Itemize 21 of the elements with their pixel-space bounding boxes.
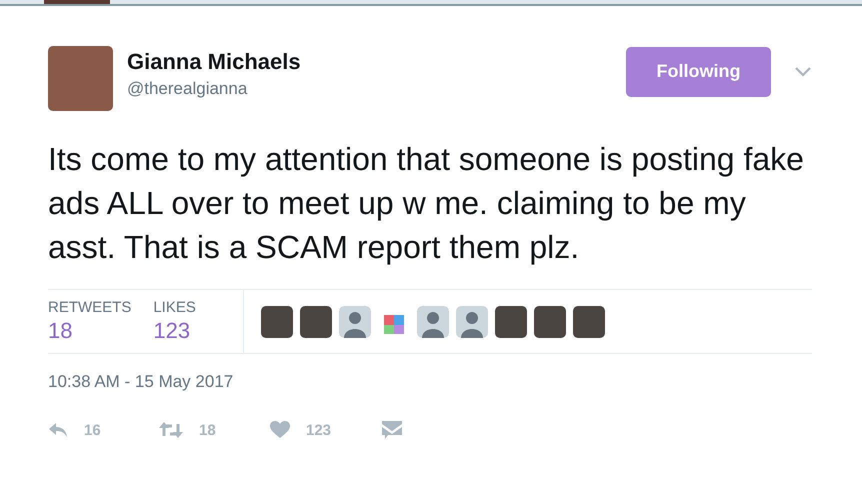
avatar-photo-placeholder: [44, 0, 110, 4]
avatar-photo-placeholder[interactable]: [534, 306, 566, 338]
default-avatar-icon[interactable]: [456, 306, 488, 338]
avatar-photo-placeholder[interactable]: [300, 306, 332, 338]
tweet-timestamp: 10:38 AM - 15 May 2017: [48, 372, 234, 392]
avatar-photo-placeholder[interactable]: [261, 306, 294, 338]
stat-label[interactable]: RETWEETS: [48, 299, 132, 316]
tweet-text: Its come to my attention that someone is posting fake ads ALL over to meet up w me. claiming to be my asst. That is a SCAM report them plz.: [48, 140, 805, 267]
following-button[interactable]: Following: [626, 46, 771, 96]
author-name[interactable]: Gianna Michaels: [127, 48, 301, 74]
action-count: 18: [199, 422, 216, 438]
default-avatar-icon[interactable]: [339, 306, 372, 338]
default-avatar-icon[interactable]: [417, 306, 450, 338]
action-count: 123: [306, 422, 332, 438]
author-handle[interactable]: @therealgianna: [127, 78, 301, 98]
avatar-photo-placeholder[interactable]: [495, 306, 528, 338]
stat-count[interactable]: 18: [48, 318, 132, 344]
stat-count[interactable]: 123: [153, 318, 244, 344]
avatar-photo-placeholder[interactable]: [573, 306, 606, 338]
action-count: 16: [84, 422, 101, 438]
stat-label[interactable]: LIKES: [153, 299, 244, 316]
